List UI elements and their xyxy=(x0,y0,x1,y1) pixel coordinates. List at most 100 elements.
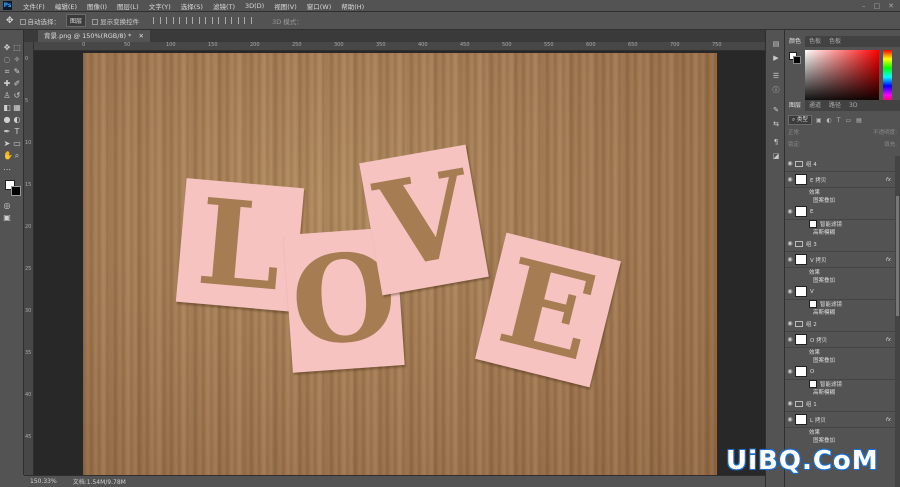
crop-tool-icon[interactable]: ⌗ xyxy=(3,68,11,76)
tab-layers[interactable]: 图层 xyxy=(785,100,806,111)
screen-mode-icon[interactable]: ▣ xyxy=(3,214,11,222)
smart-filter-item[interactable]: 高斯模糊 xyxy=(785,228,895,236)
document-tab[interactable]: 背景.png @ 150%(RGB/8) * ✕ xyxy=(38,30,150,42)
visibility-eye-icon[interactable]: ◉ xyxy=(785,176,795,183)
close-icon[interactable]: ✕ xyxy=(888,2,894,10)
tab-color[interactable]: 颜色 xyxy=(785,36,806,47)
smart-filter-icon[interactable]: ▤ xyxy=(856,117,862,124)
tab-3d[interactable]: 3D xyxy=(845,100,861,111)
eraser-tool-icon[interactable]: ◧ xyxy=(3,104,11,112)
layer-group[interactable]: ◉ 组 4 xyxy=(785,156,895,172)
tab-paths[interactable]: 路径 xyxy=(825,100,845,111)
more-tools-icon[interactable]: ⋯ xyxy=(3,166,11,174)
eyedropper-icon[interactable]: ✎ xyxy=(13,68,21,76)
layer-effect-item[interactable]: 图案叠加 xyxy=(785,356,895,364)
visibility-eye-icon[interactable]: ◉ xyxy=(785,320,795,327)
layer-effect-item[interactable]: 图案叠加 xyxy=(785,436,895,444)
adjustment-filter-icon[interactable]: ◐ xyxy=(827,117,832,124)
history-brush-icon[interactable]: ↺ xyxy=(13,92,21,100)
pixel-filter-icon[interactable]: ▣ xyxy=(816,117,822,124)
distribute-icon[interactable] xyxy=(244,17,253,24)
layer-row[interactable]: ◉ V 拷贝 fx xyxy=(785,252,895,268)
visibility-eye-icon[interactable]: ◉ xyxy=(785,416,795,423)
smart-filters[interactable]: 智能滤镜 xyxy=(785,220,895,228)
layer-group[interactable]: ◉ 组 1 xyxy=(785,396,895,412)
properties-icon[interactable]: ☰ xyxy=(772,72,780,80)
close-tab-icon[interactable]: ✕ xyxy=(138,32,143,40)
visibility-eye-icon[interactable]: ◉ xyxy=(785,256,795,263)
card-letter-v[interactable]: V xyxy=(359,143,489,296)
actions-icon[interactable]: ▶ xyxy=(772,54,780,62)
tab-swatches-2[interactable]: 色板 xyxy=(825,36,845,47)
color-picker-field[interactable] xyxy=(805,50,879,104)
move-tool-icon[interactable]: ✥ xyxy=(3,44,11,52)
fx-icon[interactable]: fx xyxy=(886,257,891,263)
brush-tool-icon[interactable]: ✐ xyxy=(13,80,21,88)
brush-settings-icon[interactable]: ✎ xyxy=(772,106,780,114)
align-top-icon[interactable] xyxy=(153,17,162,24)
smart-filter-item[interactable]: 高斯模糊 xyxy=(785,388,895,396)
layers-scrollbar[interactable] xyxy=(895,156,900,487)
layer-group[interactable]: ◉ 组 3 xyxy=(785,236,895,252)
layer-row[interactable]: ◉ L 拷贝 fx xyxy=(785,412,895,428)
zoom-tool-icon[interactable]: ⌕ xyxy=(13,152,21,160)
layer-effects[interactable]: 效果 xyxy=(785,268,895,276)
menu-edit[interactable]: 编辑(E) xyxy=(50,1,82,11)
layer-effects[interactable]: 效果 xyxy=(785,428,895,436)
menu-file[interactable]: 文件(F) xyxy=(18,1,50,11)
marquee-tool-icon[interactable]: ⬚ xyxy=(13,44,21,52)
layer-row[interactable]: ◉ E 拷贝 fx xyxy=(785,172,895,188)
shape-tool-icon[interactable]: ▭ xyxy=(13,140,21,148)
visibility-eye-icon[interactable]: ◉ xyxy=(785,368,795,375)
auto-select-dropdown[interactable]: 图层 xyxy=(66,14,87,27)
layer-effects[interactable]: 效果 xyxy=(785,188,895,196)
type-filter-icon[interactable]: T xyxy=(837,117,841,124)
align-center-icon[interactable] xyxy=(205,17,214,24)
hue-slider[interactable] xyxy=(883,50,892,104)
fx-icon[interactable]: fx xyxy=(886,177,891,183)
menu-window[interactable]: 窗口(W) xyxy=(302,1,337,11)
visibility-eye-icon[interactable]: ◉ xyxy=(785,240,795,247)
auto-select-checkbox[interactable]: 自动选择： xyxy=(19,16,60,26)
fx-icon[interactable]: fx xyxy=(886,337,891,343)
align-bottom-icon[interactable] xyxy=(179,17,188,24)
layer-row[interactable]: ◉ O xyxy=(785,364,895,380)
scrollbar-thumb[interactable] xyxy=(896,196,899,316)
menu-layer[interactable]: 图层(L) xyxy=(112,1,144,11)
menu-select[interactable]: 选择(S) xyxy=(176,1,208,11)
menu-image[interactable]: 图像(I) xyxy=(82,1,112,11)
quick-mask-icon[interactable]: ◎ xyxy=(3,202,11,210)
align-right-icon[interactable] xyxy=(218,17,227,24)
type-tool-icon[interactable]: T xyxy=(13,128,21,136)
tab-swatches[interactable]: 色板 xyxy=(805,36,825,47)
align-left-icon[interactable] xyxy=(192,17,201,24)
pen-tool-icon[interactable]: ✒ xyxy=(3,128,11,136)
info-icon[interactable]: ⓘ xyxy=(772,86,780,94)
healing-brush-icon[interactable]: ✚ xyxy=(3,80,11,88)
move-tool-icon[interactable]: ✥ xyxy=(6,16,14,26)
smart-filters[interactable]: 智能滤镜 xyxy=(785,380,895,388)
smart-filter-item[interactable]: 高斯模糊 xyxy=(785,308,895,316)
background-color-swatch[interactable] xyxy=(793,56,801,64)
minimize-icon[interactable]: – xyxy=(862,2,866,10)
fx-icon[interactable]: fx xyxy=(886,417,891,423)
filter-kind-dropdown[interactable]: ⌕ 类型 xyxy=(788,115,812,125)
visibility-eye-icon[interactable]: ◉ xyxy=(785,400,795,407)
menu-filter[interactable]: 滤镜(T) xyxy=(208,1,240,11)
blend-mode-dropdown[interactable]: 正常 xyxy=(788,128,799,138)
magic-wand-icon[interactable]: ✧ xyxy=(13,56,21,64)
layer-effect-item[interactable]: 图案叠加 xyxy=(785,276,895,284)
layer-effect-item[interactable]: 图案叠加 xyxy=(785,196,895,204)
card-letter-e[interactable]: E xyxy=(475,231,621,388)
paragraph-icon[interactable]: ¶ xyxy=(772,138,780,146)
work-area[interactable]: L O V E xyxy=(34,51,765,475)
layer-effects[interactable]: 效果 xyxy=(785,348,895,356)
visibility-eye-icon[interactable]: ◉ xyxy=(785,288,795,295)
history-icon[interactable]: ▤ xyxy=(772,40,780,48)
adjustments-icon[interactable]: ⇆ xyxy=(772,120,780,128)
lasso-tool-icon[interactable]: ◌ xyxy=(3,56,11,64)
dodge-tool-icon[interactable]: ◐ xyxy=(13,116,21,124)
visibility-eye-icon[interactable]: ◉ xyxy=(785,336,795,343)
distribute-icon[interactable] xyxy=(231,17,240,24)
gradient-tool-icon[interactable]: ▦ xyxy=(13,104,21,112)
